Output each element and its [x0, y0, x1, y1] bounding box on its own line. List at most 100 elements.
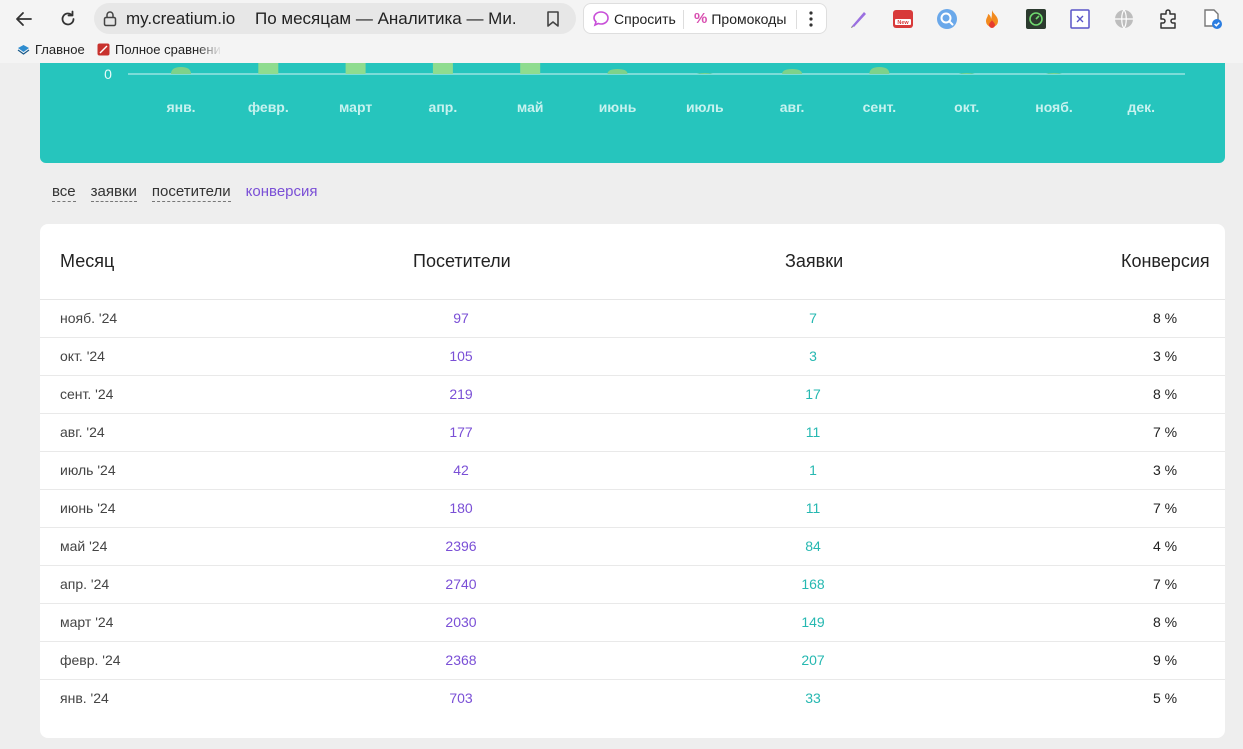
visitors-cell-text: 97: [453, 310, 469, 326]
requests-cell-text: 149: [801, 614, 825, 630]
assistant-pill: Спросить % Промокоды: [583, 3, 827, 34]
x-tick-label: дек.: [1128, 99, 1156, 115]
requests-cell-text: 168: [801, 576, 825, 592]
back-arrow-icon: [16, 12, 32, 26]
header-visitors[interactable]: Посетители: [413, 251, 511, 272]
promo-label: Промокоды: [711, 10, 787, 27]
chart-bar[interactable]: [782, 69, 803, 74]
table-row: сент. '24 219 17 8 %: [40, 376, 1225, 414]
filter-requests[interactable]: заявки: [90, 183, 137, 202]
x-tick-label: март: [339, 99, 372, 115]
chart-bar[interactable]: [696, 73, 713, 74]
globe-extension-icon[interactable]: [1112, 7, 1136, 31]
requests-cell-text: 207: [801, 652, 825, 668]
table-row: авг. '24 177 11 7 %: [40, 414, 1225, 452]
doc-check-extension-icon[interactable]: [1200, 7, 1224, 31]
filter-visitors[interactable]: посетители: [151, 183, 231, 202]
month-cell: сент. '24: [60, 386, 113, 402]
month-cell: янв. '24: [60, 690, 109, 706]
month-cell: окт. '24: [60, 348, 105, 364]
chart-bar[interactable]: [958, 73, 975, 74]
compare-bookmark-icon: [97, 43, 110, 56]
x-tick-label: окт.: [954, 99, 979, 115]
chart-bar[interactable]: [520, 63, 541, 74]
monthly-table: Месяц Посетители Заявки Конверсия нояб. …: [40, 224, 1225, 738]
close-box-extension-icon[interactable]: [1068, 7, 1092, 31]
header-month[interactable]: Месяц: [60, 251, 114, 272]
month-cell-text: авг. '24: [60, 424, 105, 440]
chart-bar[interactable]: [258, 63, 279, 74]
month-cell-text: окт. '24: [60, 348, 105, 364]
visitors-cell-text: 2740: [445, 576, 477, 592]
ask-button[interactable]: Спросить: [592, 10, 676, 28]
visitors-cell-text: 2368: [445, 652, 477, 668]
monthly-chart: 0 янв. февр. март апр. май июнь июль авг. сент. ок…: [40, 63, 1225, 163]
conversion-cell-text: 9 %: [1152, 652, 1178, 668]
month-cell: май '24: [60, 538, 107, 554]
header-conversion[interactable]: Конверсия: [1121, 251, 1210, 272]
conversion-cell-text: 8 %: [1152, 614, 1178, 630]
month-cell: март '24: [60, 614, 113, 630]
ask-label: Спросить: [614, 11, 676, 27]
search-extension-icon[interactable]: [935, 7, 959, 31]
month-cell-text: нояб. '24: [60, 310, 118, 326]
chart-bar[interactable]: [432, 63, 453, 74]
conversion-cell-text: 4 %: [1152, 538, 1178, 554]
speed-extension-icon[interactable]: [1024, 7, 1048, 31]
chart-filters: все заявки посетители конверсия: [52, 183, 318, 202]
y-tick-label: 0: [104, 66, 112, 82]
more-menu-icon[interactable]: [805, 9, 817, 29]
back-button[interactable]: [10, 5, 38, 33]
lock-icon: [103, 11, 117, 27]
x-tick-label: июль: [686, 99, 724, 115]
requests-cell-text: 11: [805, 424, 821, 440]
x-tick-label: апр.: [429, 99, 458, 115]
filter-conversion[interactable]: конверсия: [246, 183, 318, 202]
visitors-cell-text: 219: [449, 386, 473, 402]
bookmark-compare[interactable]: Полное сравнени: [97, 42, 222, 57]
new-badge-extension-icon[interactable]: New: [891, 7, 915, 31]
filter-all[interactable]: все: [52, 183, 76, 202]
chart-bar[interactable]: [171, 67, 191, 74]
visitors-cell-text: 2030: [445, 614, 477, 630]
visitors-cell-text: 105: [449, 348, 473, 364]
table-row: март '24 2030 149 8 %: [40, 604, 1225, 642]
promo-button[interactable]: % Промокоды: [694, 10, 786, 27]
conversion-cell-text: 8 %: [1152, 310, 1178, 326]
month-cell: апр. '24: [60, 576, 109, 592]
table-row: окт. '24 105 3 3 %: [40, 338, 1225, 376]
x-tick-label: май: [517, 99, 544, 115]
visitors-cell-text: 703: [449, 690, 473, 706]
month-cell: авг. '24: [60, 424, 105, 440]
bookmarks-bar: Главное Полное сравнени: [0, 38, 1243, 63]
header-requests[interactable]: Заявки: [785, 251, 843, 272]
bookmark-icon[interactable]: [543, 9, 563, 29]
x-tick-label: февр.: [248, 99, 289, 115]
reload-button[interactable]: [54, 5, 82, 33]
chart-bar[interactable]: [869, 67, 890, 74]
svg-text:New: New: [897, 20, 909, 26]
table-row: май '24 2396 84 4 %: [40, 528, 1225, 566]
address-bar[interactable]: my.creatium.io По месяцам — Аналитика — …: [94, 3, 576, 34]
conversion-cell-text: 8 %: [1152, 386, 1178, 402]
pen-extension-icon[interactable]: [847, 7, 871, 31]
chart-bar[interactable]: [607, 69, 628, 74]
browser-toolbar: my.creatium.io По месяцам — Аналитика — …: [0, 0, 1243, 38]
chart-bar[interactable]: [1046, 73, 1062, 74]
bookmark-label: Главное: [35, 42, 85, 57]
requests-cell-text: 11: [805, 500, 821, 516]
bookmark-home[interactable]: Главное: [17, 42, 85, 57]
url-domain: my.creatium.io: [126, 9, 236, 28]
percent-icon: %: [694, 10, 708, 27]
x-tick-label: янв.: [166, 99, 195, 115]
fire-extension-icon[interactable]: [980, 7, 1004, 31]
conversion-cell-text: 7 %: [1152, 576, 1178, 592]
chart-bar[interactable]: [345, 63, 366, 74]
table-row: февр. '24 2368 207 9 %: [40, 642, 1225, 680]
pill-divider: [683, 10, 684, 29]
x-tick-label: июнь: [599, 99, 637, 115]
table-row: апр. '24 2740 168 7 %: [40, 566, 1225, 604]
puzzle-extension-icon[interactable]: [1156, 7, 1180, 31]
table-header: Месяц Посетители Заявки Конверсия: [40, 224, 1225, 300]
conversion-cell-text: 7 %: [1152, 500, 1178, 516]
